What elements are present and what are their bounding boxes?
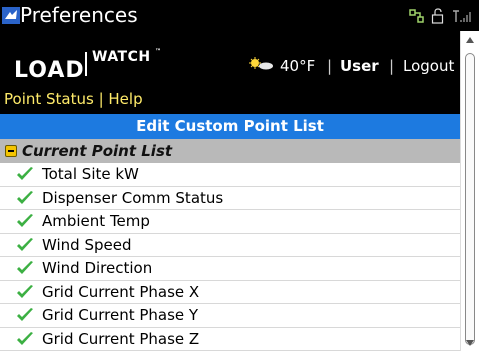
header-separator: | bbox=[327, 57, 333, 75]
status-icons bbox=[409, 6, 473, 26]
list-item[interactable]: Grid Current Phase X bbox=[0, 281, 460, 304]
window-title: Preferences bbox=[20, 3, 138, 27]
vertical-scrollbar[interactable] bbox=[460, 31, 479, 351]
point-label: Total Site kW bbox=[42, 165, 139, 183]
checkmark-icon bbox=[17, 284, 33, 298]
header-separator: | bbox=[389, 57, 395, 75]
nav-separator: | bbox=[93, 90, 109, 108]
list-item[interactable]: Dispenser Comm Status bbox=[0, 187, 460, 210]
current-point-list-header[interactable]: Current Point List bbox=[0, 139, 460, 163]
point-label: Grid Current Phase X bbox=[42, 282, 200, 301]
scroll-up-icon[interactable] bbox=[466, 37, 474, 43]
point-label: Dispenser Comm Status bbox=[42, 188, 224, 207]
app-header: LOAD WATCH ™ 40°F | User | Logout Point … bbox=[0, 31, 460, 114]
title-bar: Preferences bbox=[0, 0, 479, 31]
scroll-thumb[interactable] bbox=[465, 53, 475, 345]
logo-divider bbox=[85, 52, 87, 76]
logo-primary: LOAD bbox=[14, 58, 85, 83]
point-label: Grid Current Phase Y bbox=[42, 306, 199, 324]
nav-links: Point Status | Help bbox=[4, 89, 143, 109]
sun-cloud-icon bbox=[249, 57, 273, 70]
checkmark-icon bbox=[17, 167, 33, 180]
lock-icon bbox=[431, 8, 444, 24]
signal-icon bbox=[453, 10, 471, 22]
list-item[interactable]: Grid Current Phase Z bbox=[0, 328, 460, 351]
network-icon bbox=[409, 9, 424, 23]
point-list: Total Site kW Dispenser Comm Status Ambi… bbox=[0, 163, 460, 351]
section-title: Current Point List bbox=[22, 142, 173, 160]
checkmark-icon bbox=[17, 237, 33, 251]
scroll-down-icon[interactable] bbox=[466, 340, 474, 346]
list-item[interactable]: Ambient Temp bbox=[0, 210, 460, 234]
collapse-minus-icon[interactable] bbox=[5, 145, 17, 157]
user-link[interactable]: User bbox=[340, 56, 379, 76]
help-link[interactable]: Help bbox=[108, 90, 142, 108]
list-item[interactable]: Total Site kW bbox=[0, 163, 460, 187]
checkmark-icon bbox=[17, 308, 33, 321]
point-label: Wind Speed bbox=[42, 235, 132, 254]
list-item[interactable]: Wind Speed bbox=[0, 234, 460, 257]
logo-trademark: ™ bbox=[155, 48, 161, 55]
logo-secondary: WATCH bbox=[92, 49, 151, 65]
checkmark-icon bbox=[17, 214, 33, 227]
point-label: Ambient Temp bbox=[42, 212, 150, 230]
point-label: Grid Current Phase Z bbox=[42, 329, 200, 348]
checkmark-icon bbox=[17, 261, 33, 274]
app-icon bbox=[2, 7, 20, 24]
temperature-readout: 40°F bbox=[280, 57, 316, 75]
list-item[interactable]: Wind Direction bbox=[0, 257, 460, 281]
logout-link[interactable]: Logout bbox=[403, 56, 454, 76]
checkmark-icon bbox=[17, 190, 33, 204]
checkmark-icon bbox=[17, 331, 33, 345]
page-title-banner: Edit Custom Point List bbox=[0, 114, 460, 139]
point-label: Wind Direction bbox=[42, 259, 153, 277]
list-item[interactable]: Grid Current Phase Y bbox=[0, 304, 460, 328]
point-status-link[interactable]: Point Status bbox=[4, 90, 94, 108]
